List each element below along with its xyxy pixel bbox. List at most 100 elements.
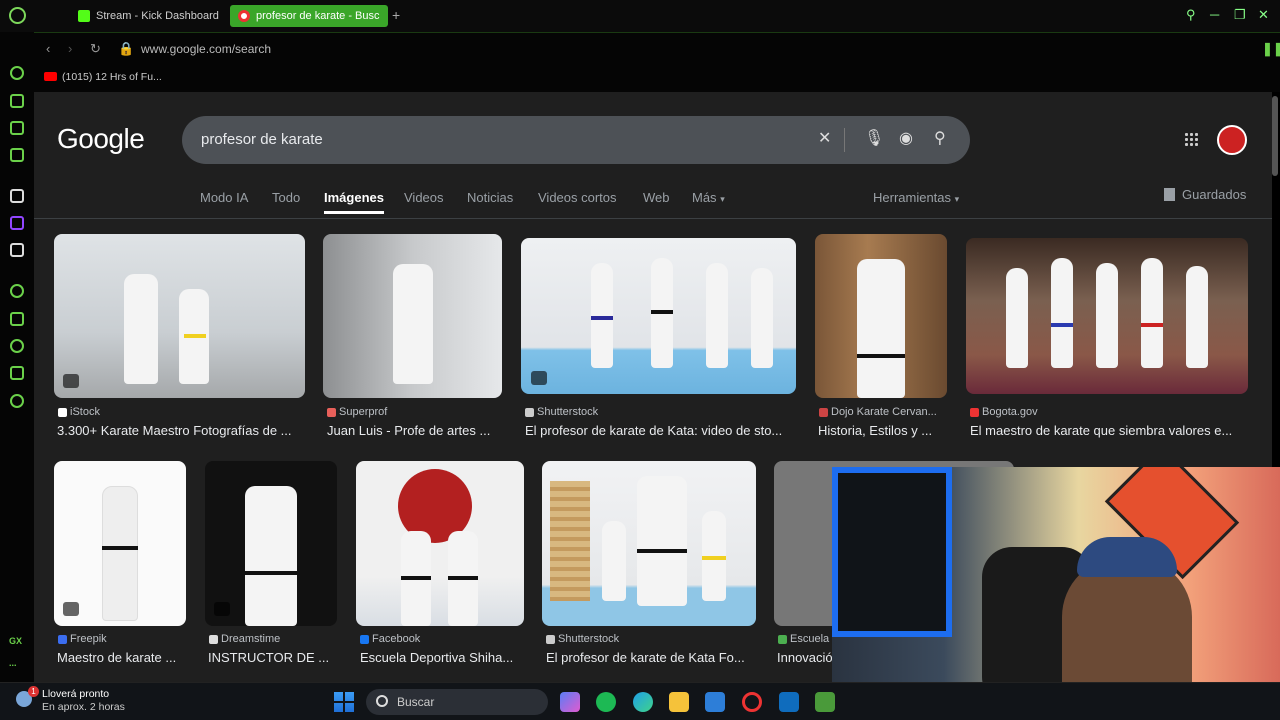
copilot-icon[interactable] [560, 692, 580, 712]
result-source[interactable]: Superprof [327, 406, 387, 418]
google-logo[interactable]: Google [57, 123, 145, 155]
bookmark-label: (1015) 12 Hrs of Fu... [62, 71, 162, 83]
result-thumbnail[interactable] [54, 461, 186, 626]
search-box[interactable]: profesor de karate ✕ 🎙 ◉ ⚲ [182, 116, 970, 164]
tab-imagenes[interactable]: Imágenes [324, 190, 384, 214]
result-source[interactable]: Freepik [58, 633, 107, 645]
result-title[interactable]: INSTRUCTOR DE ... [208, 650, 338, 665]
settings-icon[interactable] [10, 394, 24, 408]
result-title[interactable]: 3.300+ Karate Maestro Fotografías de ... [57, 423, 307, 438]
edge-icon[interactable] [633, 692, 653, 712]
store-icon[interactable] [705, 692, 725, 712]
result-source[interactable]: Dojo Karate Cervan... [819, 406, 937, 418]
tab-todo[interactable]: Todo [272, 190, 300, 205]
result-source[interactable]: Dreamstime [209, 633, 280, 645]
result-source[interactable]: Shutterstock [546, 633, 619, 645]
chevron-down-icon: ▾ [954, 194, 960, 204]
avatar[interactable] [1217, 125, 1247, 155]
tools-button[interactable]: Herramientas ▾ [873, 190, 959, 205]
microphone-icon[interactable]: 🎙 [864, 130, 884, 148]
tab-modo-ia[interactable]: Modo IA [200, 190, 248, 205]
weather-subtitle: En aprox. 2 horas [42, 701, 125, 713]
taskbar-search[interactable]: Buscar [366, 689, 548, 715]
page-scrollbar[interactable] [1272, 96, 1278, 176]
result-source[interactable]: Bogota.gov [970, 406, 1038, 418]
back-icon[interactable]: ‹ [46, 42, 50, 56]
tab-web[interactable]: Web [643, 190, 670, 205]
extensions-icon[interactable] [10, 366, 24, 380]
lens-icon[interactable]: ◉ [899, 130, 913, 148]
bookmark-item[interactable]: (1015) 12 Hrs of Fu... [44, 71, 162, 83]
twitch-icon[interactable] [10, 216, 24, 230]
wallet-icon[interactable] [10, 312, 24, 326]
weather-widget[interactable]: Lloverá pronto En aprox. 2 horas [42, 688, 125, 714]
close-window-icon[interactable]: ✕ [1258, 8, 1269, 22]
search-tabs-icon[interactable]: ⚲ [1186, 8, 1196, 22]
saved-button[interactable]: Guardados [1162, 187, 1246, 202]
tab-mas[interactable]: Más ▾ [692, 190, 725, 205]
result-thumbnail[interactable] [521, 238, 796, 394]
result-title[interactable]: Historia, Estilos y ... [818, 423, 948, 438]
karateka-figure [857, 259, 905, 398]
tab-videos-cortos[interactable]: Videos cortos [538, 190, 617, 205]
karateka-figure [1141, 258, 1163, 368]
windows-taskbar: 1 Lloverá pronto En aprox. 2 horas Busca… [0, 682, 1280, 720]
outlook-icon[interactable] [779, 692, 799, 712]
aria-icon[interactable] [10, 189, 24, 203]
minecraft-icon[interactable] [815, 692, 835, 712]
opera-gx-icon[interactable] [742, 692, 762, 712]
control-icon[interactable] [10, 94, 24, 108]
more-icon[interactable]: ... [9, 658, 17, 668]
tab-noticias[interactable]: Noticias [467, 190, 513, 205]
result-thumbnail[interactable] [205, 461, 337, 626]
karateka-figure [1186, 266, 1208, 368]
spotify-icon[interactable] [596, 692, 616, 712]
source-label: Dojo Karate Cervan... [831, 406, 937, 418]
search-icon[interactable]: ⚲ [934, 130, 946, 148]
player-icon[interactable] [10, 284, 24, 298]
tab-kick-dashboard[interactable]: Stream - Kick Dashboard [70, 5, 226, 27]
result-thumbnail[interactable] [54, 234, 305, 398]
chevron-down-icon: ▾ [720, 194, 725, 204]
messenger-icon[interactable] [10, 148, 24, 162]
reload-icon[interactable]: ↻ [90, 42, 101, 56]
windows-start-icon[interactable] [334, 692, 354, 712]
forward-icon[interactable]: › [68, 42, 72, 56]
blue-belt [1051, 323, 1073, 327]
black-belt [448, 576, 478, 580]
result-thumbnail[interactable] [356, 461, 524, 626]
new-tab-button[interactable]: + [392, 8, 400, 22]
file-explorer-icon[interactable] [669, 692, 689, 712]
tab-google-search[interactable]: profesor de karate - Busc [230, 5, 388, 27]
opera-logo-icon[interactable] [9, 7, 26, 24]
result-thumbnail[interactable] [815, 234, 947, 398]
result-title[interactable]: El profesor de karate de Kata Fo... [546, 650, 756, 665]
result-thumbnail[interactable] [323, 234, 502, 398]
result-source[interactable]: Facebook [360, 633, 420, 645]
result-thumbnail[interactable] [966, 238, 1248, 394]
sidebar-toggle-icon[interactable]: ❚❚ [1262, 42, 1280, 56]
maximize-icon[interactable]: ❐ [1234, 8, 1246, 22]
minimize-icon[interactable]: ─ [1210, 8, 1219, 22]
history-icon[interactable] [10, 339, 24, 353]
result-source[interactable]: iStock [58, 406, 100, 418]
refresh-icon[interactable] [10, 66, 24, 80]
gx-label[interactable]: GX [9, 636, 22, 646]
result-title[interactable]: Escuela Deportiva Shiha... [360, 650, 525, 665]
apps-grid-icon[interactable] [1184, 132, 1198, 146]
result-source[interactable]: Shutterstock [525, 406, 598, 418]
limiter-icon[interactable] [10, 121, 24, 135]
result-title[interactable]: El profesor de karate de Kata: video de … [525, 423, 795, 438]
clear-icon[interactable]: ✕ [818, 130, 831, 148]
result-source[interactable]: Escuela [778, 633, 829, 645]
search-input[interactable]: profesor de karate [201, 131, 323, 148]
result-title[interactable]: Juan Luis - Profe de artes ... [327, 423, 502, 438]
result-thumbnail[interactable] [542, 461, 756, 626]
black-belt [245, 571, 297, 575]
tab-videos[interactable]: Videos [404, 190, 444, 205]
source-label: iStock [70, 406, 100, 418]
result-title[interactable]: El maestro de karate que siembra valores… [970, 423, 1246, 438]
url-field[interactable]: www.google.com/search [141, 42, 271, 56]
result-title[interactable]: Maestro de karate ... [57, 650, 187, 665]
x-twitter-icon[interactable] [10, 243, 24, 257]
